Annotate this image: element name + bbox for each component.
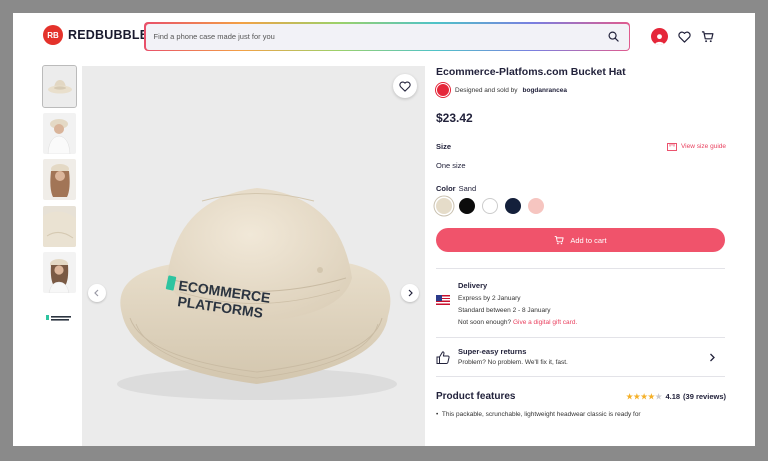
thumbnail-logo[interactable] [43,298,76,340]
delivery-title: Delivery [458,281,488,290]
size-guide-link[interactable]: View size guide [667,142,726,151]
header-actions [651,28,714,45]
bucket-hat-illustration: ECOMMERCE PLATFORMS [117,188,397,400]
star-rating-icon: ★★★★★ [626,392,663,402]
color-selected: Sand [458,184,477,193]
swatch-navy[interactable] [505,198,521,214]
us-flag-icon [436,295,450,305]
size-guide-label: View size guide [680,143,726,150]
product-price: $23.42 [436,111,473,125]
chevron-left-icon [94,289,99,297]
seller-name[interactable]: bogdanrancea [523,87,567,94]
delivery-gift-line: Not soon enough? Give a digital gift car… [458,317,577,329]
rating-summary[interactable]: ★★★★★ 4.18 (39 reviews) [626,392,726,401]
thumbnail-hat-detail[interactable] [43,205,76,247]
cart-icon[interactable] [701,30,714,43]
delivery-express: Express by 2 January [458,294,521,302]
divider [436,376,725,378]
size-row: Size View size guide [436,142,726,151]
review-count: (39 reviews) [683,392,726,402]
account-icon[interactable] [651,28,668,45]
search-icon[interactable] [608,31,619,42]
features-header: Product features ★★★★★ 4.18 (39 reviews) [436,391,726,402]
product-title: Ecommerce-Platfoms.com Bucket Hat [436,66,626,78]
page: RB REDBUBBLE Find a phone case made just… [13,13,755,446]
chevron-right-icon [710,353,715,362]
delivery-section: Delivery Express by 2 January Standard b… [436,279,726,337]
not-soon-text: Not soon enough? [458,318,512,326]
swatch-white[interactable] [482,198,498,214]
delivery-standard: Standard between 2 - 8 January [458,306,551,314]
color-row: Color Sand [436,184,726,193]
search-input[interactable] [153,32,608,41]
divider [436,268,725,269]
gift-card-link[interactable]: Give a digital gift card. [513,319,577,326]
thumbnail-list [42,65,77,345]
logo-mark: RB [43,25,63,45]
feature-bullet-text: This packable, scrunchable, lightweight … [441,411,641,419]
heart-icon[interactable] [678,31,691,43]
features-title: Product features [436,391,516,403]
thumbnail-model-1[interactable] [43,112,76,154]
search-bar [144,22,630,51]
next-image-button[interactable] [401,284,419,302]
thumbnail-hat[interactable] [42,65,77,108]
heart-icon [399,81,411,92]
color-swatches [436,198,726,214]
brand-name: REDBUBBLE [68,28,149,42]
size-value: One size [436,161,466,170]
seller-avatar[interactable] [436,83,450,97]
returns-section[interactable]: Super-easy returns Problem? No problem. … [436,338,726,376]
add-to-cart-label: Add to cart [570,235,607,245]
returns-title: Super-easy returns [458,346,527,356]
swatch-black[interactable] [459,198,475,214]
search-bar-inner [145,23,629,50]
favorite-button[interactable] [393,74,417,98]
product-info: Ecommerce-Platfoms.com Bucket Hat Design… [436,66,726,418]
thumbnail-model-3[interactable] [43,252,76,293]
seller-line: Designed and sold by bogdanrancea [436,83,726,97]
previous-image-button[interactable] [88,284,106,302]
returns-text: Problem? No problem. We'll fix it, fast. [458,358,568,366]
redbubble-logo[interactable]: RB REDBUBBLE [43,25,148,45]
swatch-pink[interactable] [528,198,544,214]
cart-plus-icon [555,235,564,245]
chevron-right-icon [408,289,413,297]
feature-bullet: • This packable, scrunchable, lightweigh… [436,411,641,419]
thumbs-up-icon [436,351,450,364]
rating-value: 4.18 [665,392,681,402]
color-label: Color [436,184,456,193]
seller-prefix: Designed and sold by [455,86,518,94]
size-label: Size [436,142,452,151]
add-to-cart-button[interactable]: Add to cart [436,228,725,252]
ruler-icon [667,142,677,151]
product-image: ECOMMERCE PLATFORMS [82,66,425,446]
thumbnail-model-2[interactable] [43,159,76,200]
swatch-sand[interactable] [436,198,452,214]
